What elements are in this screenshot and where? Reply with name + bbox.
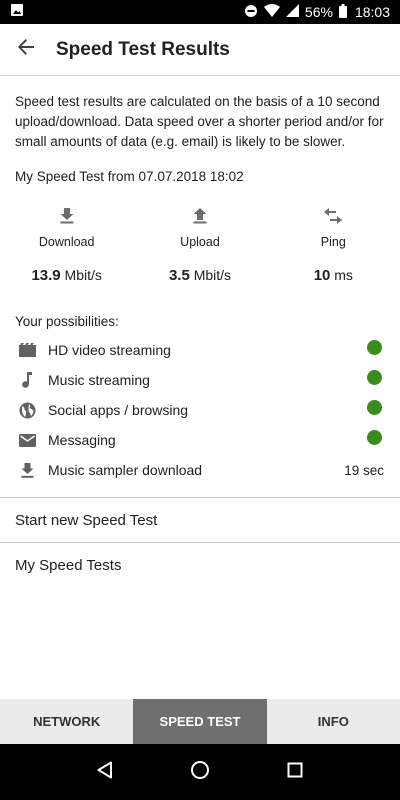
upload-value: 3.5 Mbit/s: [168, 267, 232, 284]
ping-label: Ping: [320, 235, 346, 249]
possibility-label: Music sampler download: [48, 462, 203, 478]
square-recents-icon: [287, 762, 303, 783]
metrics-row: Download 13.9 Mbit/s Upload 3.5 Mbit/s P…: [0, 206, 400, 284]
possibility-label: HD video streaming: [48, 342, 171, 358]
clock: 18:03: [354, 4, 390, 20]
possibilities-list: HD video streaming Music streaming Socia…: [0, 335, 400, 485]
list-item: Music streaming: [0, 365, 400, 395]
nav-home-button[interactable]: [185, 757, 215, 787]
intro-text: Speed test results are calculated on the…: [15, 94, 384, 149]
metric-download: Download 13.9 Mbit/s: [0, 206, 133, 284]
ping-value: 10 ms: [313, 267, 353, 284]
cell-signal-icon: [285, 4, 299, 20]
status-ok-indicator: [367, 370, 384, 390]
start-new-speed-test-button[interactable]: Start new Speed Test: [0, 497, 400, 543]
list-item: Social apps / browsing: [0, 395, 400, 425]
tab-network[interactable]: NETWORK: [0, 699, 133, 744]
globe-icon: [17, 402, 37, 419]
bottom-tab-bar: NETWORK SPEED TEST INFO: [0, 699, 400, 744]
download-icon: [17, 462, 37, 478]
list-item: Messaging: [0, 425, 400, 455]
upload-label: Upload: [180, 235, 220, 249]
nav-back-button[interactable]: [90, 757, 120, 787]
possibility-label: Messaging: [48, 432, 116, 448]
status-ok-indicator: [367, 340, 384, 360]
metric-upload: Upload 3.5 Mbit/s: [133, 206, 266, 284]
circle-home-icon: [190, 760, 210, 785]
battery-icon: [338, 3, 347, 21]
swap-arrows-icon: [324, 206, 343, 226]
possibility-label: Social apps / browsing: [48, 402, 189, 418]
download-duration: 19 sec: [344, 462, 384, 478]
list-item: Music sampler download 19 sec: [0, 455, 400, 485]
list-item: HD video streaming: [0, 335, 400, 365]
results-content: Speed test results are calculated on the…: [0, 77, 400, 485]
app-bar: Speed Test Results: [0, 24, 400, 76]
status-bar: 56% 18:03: [0, 0, 400, 24]
mail-icon: [17, 433, 37, 447]
upload-icon: [193, 206, 207, 226]
back-button[interactable]: [0, 24, 52, 76]
battery-percent: 56%: [304, 4, 333, 20]
image-notification-icon: [10, 3, 24, 22]
my-speed-tests-button[interactable]: My Speed Tests: [0, 542, 400, 588]
download-value: 13.9 Mbit/s: [31, 267, 102, 284]
status-ok-indicator: [367, 400, 384, 420]
test-timestamp: My Speed Test from 07.07.2018 18:02: [15, 169, 244, 184]
system-navigation-bar: [0, 744, 400, 800]
triangle-back-icon: [96, 761, 114, 784]
status-ok-indicator: [367, 430, 384, 450]
possibilities-title: Your possibilities:: [15, 314, 119, 329]
tab-speed-test[interactable]: SPEED TEST: [133, 699, 267, 744]
music-note-icon: [17, 372, 37, 388]
tab-info[interactable]: INFO: [267, 699, 400, 744]
possibility-label: Music streaming: [48, 372, 150, 388]
nav-recents-button[interactable]: [280, 757, 310, 787]
download-label: Download: [38, 235, 95, 249]
do-not-disturb-icon: [244, 4, 258, 21]
wifi-icon: [263, 4, 280, 20]
page-title: Speed Test Results: [56, 38, 230, 60]
arrow-back-icon: [17, 38, 35, 61]
download-icon: [60, 206, 74, 226]
metric-ping: Ping 10 ms: [267, 206, 400, 284]
video-icon: [17, 343, 37, 357]
